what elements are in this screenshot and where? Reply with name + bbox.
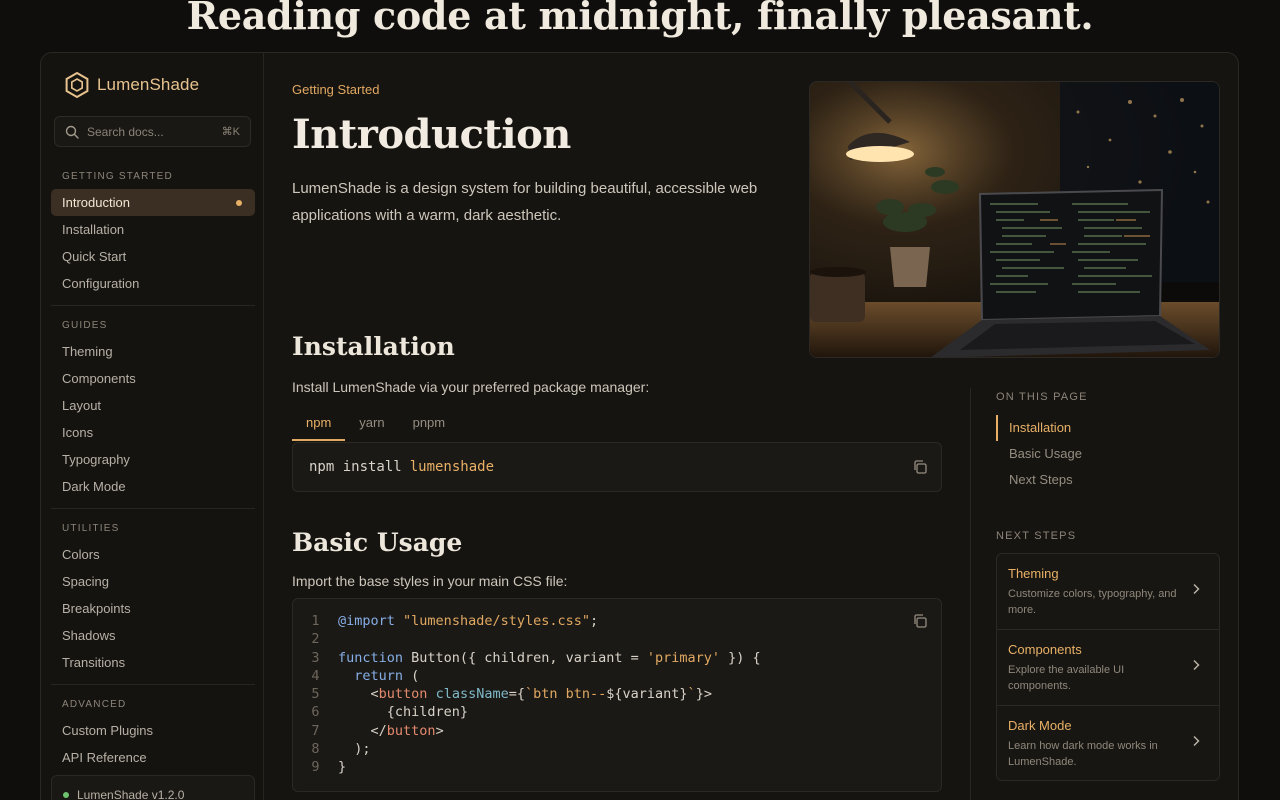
nav-section-title: UTILITIES xyxy=(62,523,120,534)
install-command-text: npm install xyxy=(309,459,402,475)
next-step-card-theming[interactable]: Theming Customize colors, typography, an… xyxy=(997,554,1219,630)
installation-heading: Installation xyxy=(292,332,455,361)
breadcrumb[interactable]: Getting Started xyxy=(292,82,379,97)
line-number: 3 xyxy=(311,649,320,666)
toc-title: ON THIS PAGE xyxy=(996,391,1088,403)
search-input[interactable]: Search docs... ⌘K xyxy=(54,116,251,147)
tab-npm[interactable]: npm xyxy=(292,411,346,441)
line-number: 5 xyxy=(311,686,320,703)
version-badge: LumenShade v1.2.0 xyxy=(51,775,255,800)
code-line: 8 ); xyxy=(293,740,941,758)
line-number: 6 xyxy=(311,704,320,721)
code-line: 9} xyxy=(293,758,941,776)
sidebar-item-introduction[interactable]: Introduction xyxy=(51,189,255,216)
nav-section-title: GETTING STARTED xyxy=(62,171,173,182)
code-line: 3 function Button({ children, variant = '… xyxy=(293,649,941,667)
sidebar-item-shadows[interactable]: Shadows xyxy=(51,622,255,649)
nav-section-title: ADVANCED xyxy=(62,699,127,710)
sidebar-item-quick-start[interactable]: Quick Start xyxy=(51,243,255,270)
code-line: 5 <button className={`btn btn--${variant… xyxy=(293,685,941,703)
card-description: Learn how dark mode works in LumenShade. xyxy=(1008,740,1158,768)
status-dot-icon xyxy=(63,792,69,798)
card-description: Customize colors, typography, and more. xyxy=(1008,588,1177,616)
search-icon xyxy=(65,125,79,139)
hero-image xyxy=(809,81,1220,358)
copy-icon[interactable] xyxy=(912,459,928,475)
nav-section-title: GUIDES xyxy=(62,320,108,331)
sidebar-item-layout[interactable]: Layout xyxy=(51,392,255,419)
tab-pnpm[interactable]: pnpm xyxy=(399,411,460,441)
code-line: 6 {children} xyxy=(293,703,941,721)
basic-usage-text: Import the base styles in your main CSS … xyxy=(292,573,568,589)
docs-window: LumenShade Search docs... ⌘K GETTING STA… xyxy=(40,52,1239,800)
next-step-card-dark-mode[interactable]: Dark Mode Learn how dark mode works in L… xyxy=(997,706,1219,780)
sidebar-item-transitions[interactable]: Transitions xyxy=(51,649,255,676)
package-manager-tabs: npm yarn pnpm xyxy=(292,411,459,441)
install-command[interactable]: npm install lumenshade xyxy=(292,442,942,492)
lead-paragraph: LumenShade is a design system for buildi… xyxy=(292,180,758,224)
page-title: Introduction xyxy=(292,111,571,158)
card-description: Explore the available UI components. xyxy=(1008,664,1125,692)
chevron-right-icon xyxy=(1193,659,1200,671)
card-title: Components xyxy=(1008,642,1082,657)
sidebar-item-components[interactable]: Components xyxy=(51,365,255,392)
line-number: 8 xyxy=(311,741,320,758)
copy-icon[interactable] xyxy=(912,613,928,629)
code-line: 7 </button> xyxy=(293,722,941,740)
version-label: LumenShade v1.2.0 xyxy=(77,788,185,800)
sidebar-item-typography[interactable]: Typography xyxy=(51,446,255,473)
next-step-card-components[interactable]: Components Explore the available UI comp… xyxy=(997,630,1219,706)
basic-usage-heading: Basic Usage xyxy=(292,528,463,557)
toc-item-installation[interactable]: Installation xyxy=(996,415,1196,441)
search-shortcut: ⌘K xyxy=(221,126,240,138)
sidebar-item-api-reference[interactable]: API Reference xyxy=(51,744,255,771)
search-placeholder: Search docs... xyxy=(87,124,164,139)
sidebar-item-installation[interactable]: Installation xyxy=(51,216,255,243)
nav-divider xyxy=(51,508,255,509)
line-number: 7 xyxy=(311,722,320,739)
card-title: Theming xyxy=(1008,566,1059,581)
line-number: 4 xyxy=(311,667,320,684)
active-dot-icon xyxy=(236,200,242,206)
brand[interactable]: LumenShade xyxy=(63,71,199,99)
code-line: 1 @import "lumenshade/styles.css"; xyxy=(293,612,941,630)
code-line: 4 return ( xyxy=(293,667,941,685)
hero-headline: Reading code at midnight, finally pleasa… xyxy=(186,0,1094,38)
line-number: 1 xyxy=(311,613,320,629)
sidebar: LumenShade Search docs... ⌘K GETTING STA… xyxy=(41,53,264,800)
sidebar-item-dark-mode[interactable]: Dark Mode xyxy=(51,473,255,500)
code-block[interactable]: 1 @import "lumenshade/styles.css"; 2 3 fun… xyxy=(292,598,942,792)
line-number: 2 xyxy=(311,631,320,648)
sidebar-item-spacing[interactable]: Spacing xyxy=(51,568,255,595)
brand-name: LumenShade xyxy=(97,75,200,94)
line-number: 9 xyxy=(311,759,320,776)
chevron-right-icon xyxy=(1193,735,1200,747)
nav-divider xyxy=(51,684,255,685)
chevron-right-icon xyxy=(1193,583,1200,595)
sidebar-item-breakpoints[interactable]: Breakpoints xyxy=(51,595,255,622)
sidebar-nav: GETTING STARTED Introduction Installatio… xyxy=(51,165,255,771)
card-title: Dark Mode xyxy=(1008,718,1072,733)
desk-laptop-illustration xyxy=(810,82,1219,357)
sidebar-item-icons[interactable]: Icons xyxy=(51,419,255,446)
sidebar-item-theming[interactable]: Theming xyxy=(51,338,255,365)
tab-yarn[interactable]: yarn xyxy=(345,411,398,441)
sidebar-item-custom-plugins[interactable]: Custom Plugins xyxy=(51,717,255,744)
right-rail: ON THIS PAGE Installation Basic Usage Ne… xyxy=(970,388,1238,800)
next-steps-list: Theming Customize colors, typography, an… xyxy=(996,553,1220,781)
hexagon-logo-icon xyxy=(65,71,89,99)
next-steps-title: NEXT STEPS xyxy=(996,530,1077,542)
sidebar-item-colors[interactable]: Colors xyxy=(51,541,255,568)
main-content: Getting Started Introduction LumenShade … xyxy=(265,53,1238,800)
toc-item-next-steps[interactable]: Next Steps xyxy=(996,467,1196,493)
toc-item-basic-usage[interactable]: Basic Usage xyxy=(996,441,1196,467)
install-package-name: lumenshade xyxy=(409,459,495,475)
code-line: 2 xyxy=(293,630,941,648)
sidebar-item-configuration[interactable]: Configuration xyxy=(51,270,255,297)
sidebar-item-label: Introduction xyxy=(62,195,130,210)
nav-divider xyxy=(51,305,255,306)
table-of-contents: Installation Basic Usage Next Steps xyxy=(996,415,1196,493)
installation-text: Install LumenShade via your preferred pa… xyxy=(292,379,650,395)
